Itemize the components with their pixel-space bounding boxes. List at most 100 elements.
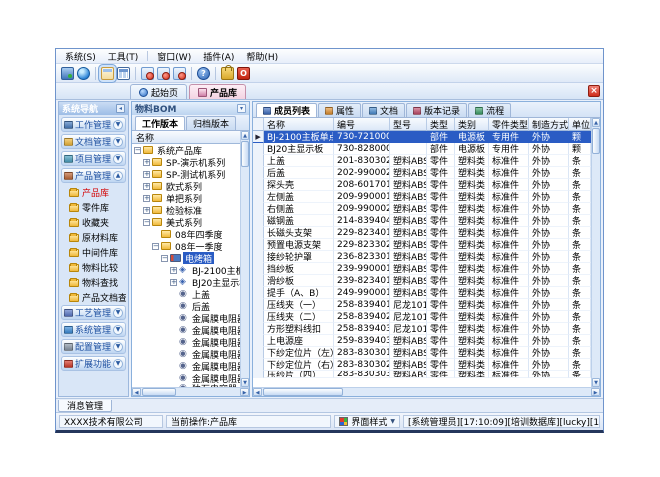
table-row[interactable]: 提手（A、B）249-990001-01X塑料ABS零件塑料类标准件外协条 [253,287,591,299]
scroll-down-icon[interactable]: ▼ [241,378,249,387]
item-product-library[interactable]: 产品库 [61,185,126,200]
collapse-icon[interactable]: − [143,219,150,226]
scroll-right-icon[interactable]: ▶ [591,388,600,396]
grid-vertical-scrollbar[interactable]: ▲ ▼ [591,118,600,387]
close-tab-button[interactable]: × [588,85,600,97]
tree-node[interactable]: 08年四季度 [132,228,240,240]
collapse-icon[interactable]: − [161,255,168,262]
tree-node[interactable]: −系统产品库 [132,144,240,156]
column-header-1[interactable]: 编号 [334,118,390,131]
bom-window-icon[interactable] [101,67,114,80]
table-row[interactable]: 挡纱板239-990001-01X塑料ABS零件塑料类标准件外协条 [253,263,591,275]
tab-member-list[interactable]: 成员列表 [256,103,317,117]
scroll-up-icon[interactable]: ▲ [592,118,600,127]
tab-message-management[interactable]: 消息管理 [58,400,112,412]
item-product-doc-search[interactable]: 产品文档查找 [61,290,126,305]
help-icon[interactable]: ? [197,67,210,80]
table-row[interactable]: 磁钢盖214-839404-01X塑料ABS零件塑料类标准件外协条 [253,215,591,227]
table-row[interactable]: 左侧盖209-990001-01X塑料ABS零件塑料类标准件外协条 [253,191,591,203]
column-header-3[interactable]: 类型 [427,118,455,131]
ui-style-dropdown[interactable]: 界面样式 ▼ [334,415,400,428]
tab-working-version[interactable]: 工作版本 [135,116,185,130]
chevron-down-icon[interactable]: ▼ [113,120,123,130]
expand-icon[interactable]: + [143,171,150,178]
tab-version-history[interactable]: 版本记录 [406,103,467,117]
table-row[interactable]: 下纱定位片（左）283-830301-00X塑料ABS零件塑料类标准件外协条 [253,347,591,359]
tree-node[interactable]: ◉后盖 [132,300,240,312]
close-doc-icon[interactable] [173,67,186,80]
table-row[interactable]: 压纱片（四）283-830303-00X塑料ABS零件塑料类标准件外协条 [253,371,591,378]
item-middleware-library[interactable]: 中间件库 [61,245,126,260]
collapse-icon[interactable]: − [152,243,159,250]
column-header-0[interactable]: 名称 [264,118,334,131]
expand-icon[interactable]: + [170,279,177,286]
expand-icon[interactable]: + [143,183,150,190]
tab-documents[interactable]: 文档 [362,103,405,117]
tree-node[interactable]: ◉金属膜电阻器 [132,360,240,372]
open-doc-icon[interactable] [157,67,170,80]
item-raw-material-library[interactable]: 原材料库 [61,230,126,245]
tab-product-library[interactable]: 产品库 [189,84,246,99]
tree-node[interactable]: +◈BJ-2100主板单点 [132,264,240,276]
group-process[interactable]: 工艺管理▼ [61,305,126,320]
tab-archived-version[interactable]: 归档版本 [186,116,236,130]
collapse-icon[interactable]: − [134,147,141,154]
scroll-thumb[interactable] [142,388,176,396]
tree-node[interactable]: −08年一季度 [132,240,240,252]
table-row[interactable]: 长磁头支架229-823401-00X塑料ABS零件塑料类标准件外协条 [253,227,591,239]
scroll-left-icon[interactable]: ◀ [132,388,141,396]
item-part-library[interactable]: 零件库 [61,200,126,215]
globe-icon[interactable] [77,67,90,80]
item-favorites[interactable]: 收藏夹 [61,215,126,230]
menu-plugins[interactable]: 插件(A) [198,49,239,64]
tab-properties[interactable]: 属性 [318,103,361,117]
table-row[interactable]: 压线夹（一）258-839401-00X尼龙1010零件塑料类标准件外协条 [253,299,591,311]
table-row[interactable]: 下纱定位片（右）283-830302-00X塑料ABS零件塑料类标准件外协条 [253,359,591,371]
tree-node[interactable]: +SP-演示机系列 [132,156,240,168]
tree-node[interactable]: ◉金属膜电阻器 [132,312,240,324]
menu-window[interactable]: 窗口(W) [152,49,196,64]
tree-node[interactable]: +◈BJ20主显示板 [132,276,240,288]
scroll-thumb[interactable] [592,128,600,154]
table-row[interactable]: 滑纱板239-823401-00X塑料ABS零件塑料类标准件外协条 [253,275,591,287]
expand-icon[interactable]: + [143,207,150,214]
group-project[interactable]: 项目管理▼ [61,151,126,166]
tree-vertical-scrollbar[interactable]: ▲ ▼ [240,131,249,387]
desktop-icon[interactable] [61,67,74,80]
table-row[interactable]: 探头壳208-601701-01X塑料ABS零件塑料类标准件外协条 [253,179,591,191]
tree-node[interactable]: +单把系列 [132,192,240,204]
scroll-thumb[interactable] [241,141,249,167]
chevron-down-icon[interactable]: ▼ [113,308,123,318]
table-row[interactable]: 上盖201-830302-00X塑料ABS零件塑料类标准件外协条 [253,155,591,167]
tree-node[interactable]: +检验标准 [132,204,240,216]
table-row[interactable]: 后盖202-990002-01X塑料ABS零件塑料类标准件外协条 [253,167,591,179]
group-work[interactable]: 工作管理▼ [61,117,126,132]
tree-node[interactable]: ◉上盖 [132,288,240,300]
lock-icon[interactable] [221,67,234,80]
tree-node[interactable]: −电烤箱 [132,252,240,264]
tree-column-header[interactable]: 名称 [132,131,240,144]
exit-icon[interactable]: O [237,67,250,80]
scroll-left-icon[interactable]: ◀ [253,388,262,396]
table-row[interactable]: 方形塑料线扣258-839403-00X尼龙1010零件塑料类标准件外协条 [253,323,591,335]
tree-node[interactable]: ◉金属膜电阻器 [132,324,240,336]
scroll-right-icon[interactable]: ▶ [240,388,249,396]
tree-node[interactable]: ◉金属膜电阻器 [132,336,240,348]
tree-node[interactable]: +欧式系列 [132,180,240,192]
tree-node[interactable]: ◉金属膜电阻器 [132,348,240,360]
table-row[interactable]: 压线夹（二）258-839402-00X尼龙1010零件塑料类标准件外协条 [253,311,591,323]
table-row[interactable]: BJ20主显示板730-828000-04X部件电源板专用件外协颗 [253,143,591,155]
item-material-search[interactable]: 物料查找 [61,275,126,290]
tree-horizontal-scrollbar[interactable]: ◀ ▶ [132,387,249,396]
tab-workflow[interactable]: 流程 [468,103,511,117]
chevron-down-icon[interactable]: ▼ [113,359,123,369]
chevron-up-icon[interactable]: ▲ [113,171,123,181]
table-row[interactable]: ▶BJ-2100主板单点730-721000-12X部件电源板专用件外协颗 [253,131,591,143]
table-view-icon[interactable] [117,67,130,80]
bom-panel-menu-button[interactable]: ▾ [237,104,246,113]
scroll-up-icon[interactable]: ▲ [241,131,249,140]
expand-icon[interactable]: + [170,267,177,274]
chevron-down-icon[interactable]: ▼ [113,325,123,335]
item-material-compare[interactable]: 物料比较 [61,260,126,275]
table-row[interactable]: 右侧盖209-990002-01X塑料ABS零件塑料类标准件外协条 [253,203,591,215]
